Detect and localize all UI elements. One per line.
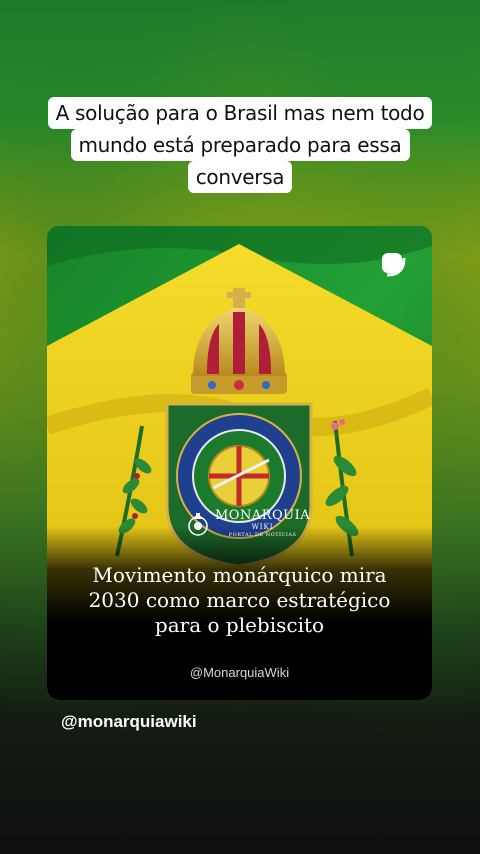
author-username[interactable]: @monarquiawiki <box>61 712 197 732</box>
caption-line-2: mundo está preparado para essa <box>70 129 410 161</box>
caption-line-3: conversa <box>187 161 293 193</box>
monarquia-wiki-logo: MONARQUIA WIKI PORTAL DE NOTÍCIAS <box>187 509 310 539</box>
brand-wiki: WIKI <box>251 523 274 531</box>
post-headline: Movimento monárquico mira 2030 como marc… <box>47 563 432 638</box>
brand-tagline: PORTAL DE NOTÍCIAS <box>228 532 297 538</box>
post-handle: @MonarquiaWiki <box>189 665 290 680</box>
headline-line-3: para o plebiscito <box>154 613 325 637</box>
caption-line-1: A solução para o Brasil mas nem todo <box>47 97 433 129</box>
headline-line-2: 2030 como marco estratégico <box>88 588 391 612</box>
video-caption: A solução para o Brasil mas nem todo mun… <box>0 97 480 193</box>
post-card[interactable]: MONARQUIA WIKI PORTAL DE NOTÍCIAS Movime… <box>47 226 432 700</box>
repost-icon[interactable] <box>379 250 407 278</box>
crest-icon <box>188 513 208 536</box>
brand-name: MONARQUIA <box>215 508 311 523</box>
headline-line-1: Movimento monárquico mira <box>92 563 387 587</box>
